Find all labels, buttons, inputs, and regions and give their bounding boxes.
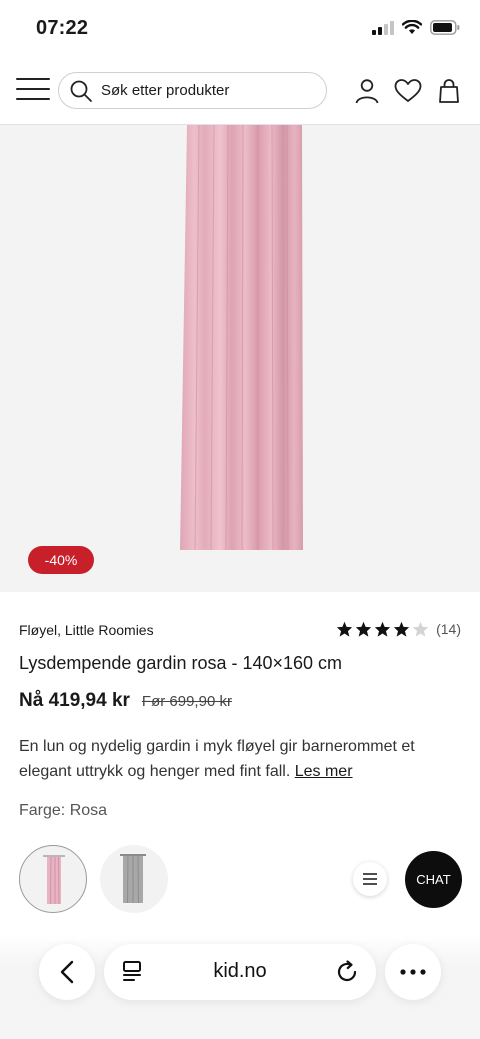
- browser-more-button[interactable]: [385, 944, 441, 1000]
- curtain-image: [180, 125, 303, 551]
- battery-icon: [430, 20, 460, 35]
- search-icon: [70, 80, 92, 102]
- price-before: Før 699,90 kr: [141, 693, 232, 710]
- product-description: En lun og nydelig gardin i myk fløyel gi…: [19, 734, 459, 784]
- list-menu-icon[interactable]: [353, 862, 387, 896]
- product-rating[interactable]: (14): [336, 621, 461, 637]
- product-title: Lysdempende gardin rosa - 140×160 cm: [19, 653, 343, 673]
- account-icon[interactable]: [354, 78, 380, 104]
- browser-address-bar[interactable]: kid.no: [104, 944, 376, 1000]
- star-icon: [336, 621, 353, 637]
- color-swatch-rosa[interactable]: [19, 845, 87, 913]
- browser-toolbar: kid.no: [0, 935, 480, 1039]
- curtain-thumbnail: [120, 854, 146, 904]
- reload-icon[interactable]: [335, 960, 359, 984]
- search-bar[interactable]: [58, 72, 327, 109]
- chat-button[interactable]: CHAT: [405, 851, 462, 908]
- color-swatch-grey[interactable]: [100, 845, 168, 913]
- signal-icon: [372, 20, 394, 35]
- read-more-link[interactable]: Les mer: [295, 763, 353, 780]
- heart-icon[interactable]: [394, 78, 422, 104]
- wifi-icon: [402, 20, 422, 34]
- star-icon: [355, 621, 372, 637]
- browser-back-button[interactable]: [39, 944, 95, 1000]
- description-text: En lun og nydelig gardin i myk fløyel gi…: [19, 738, 415, 780]
- product-brand[interactable]: Fløyel, Little Roomies: [19, 622, 154, 638]
- status-time: 07:22: [36, 17, 89, 39]
- discount-badge: -40%: [28, 546, 94, 574]
- status-icons: [372, 20, 460, 35]
- star-icon: [374, 621, 391, 637]
- search-input[interactable]: [101, 82, 301, 99]
- product-image[interactable]: -40%: [0, 125, 480, 592]
- color-label: Farge:: [19, 802, 66, 819]
- chevron-left-icon: [60, 960, 74, 984]
- price-row: Nå 419,94 kr Før 699,90 kr: [19, 690, 232, 712]
- rating-count: (14): [436, 621, 461, 637]
- more-dots-icon: [400, 969, 426, 975]
- hamburger-menu-icon[interactable]: [16, 78, 50, 104]
- star-icon: [393, 621, 410, 637]
- shopping-bag-icon[interactable]: [438, 78, 460, 104]
- site-header: [0, 58, 480, 125]
- star-empty-icon: [412, 621, 429, 637]
- color-selector-label: Farge: Rosa: [19, 802, 107, 820]
- price-now: Nå 419,94 kr: [19, 690, 130, 711]
- status-bar: 07:22: [0, 0, 480, 58]
- color-value: Rosa: [69, 802, 108, 819]
- curtain-thumbnail: [43, 855, 65, 905]
